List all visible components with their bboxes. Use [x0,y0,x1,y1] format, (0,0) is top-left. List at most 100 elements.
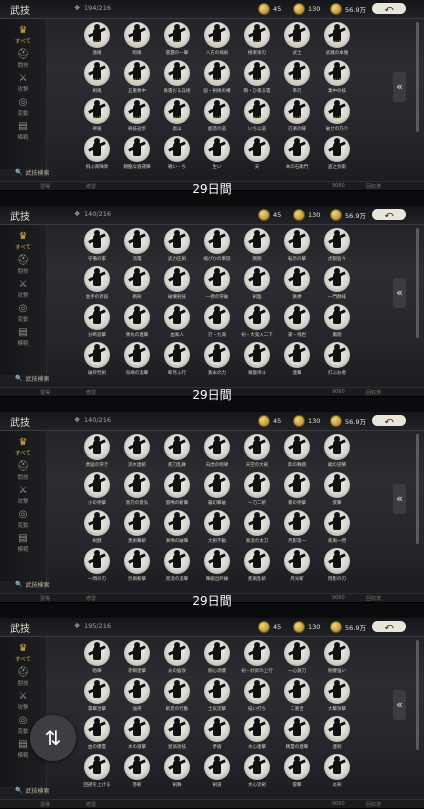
warrior-silhouette-icon [93,62,101,80]
skill-portrait [284,472,310,498]
scroll-toggle-button[interactable]: ⇅ [30,715,76,761]
sidebar-item-label: すべて [15,39,31,45]
sidebar-item-book[interactable]: ▤ 模範 [0,533,46,553]
sidebar-item-sword[interactable]: ⚔ 攻撃 [0,73,46,93]
currency-gold: 56.9万 [330,3,366,15]
skill-search[interactable]: 🔍 武技検索 [15,374,50,383]
warrior-silhouette-icon [333,718,341,736]
sidebar-item-label: 模範 [17,341,29,347]
skill-portrait [324,228,350,254]
currency-coins: 130 [293,209,320,221]
bottom-item[interactable]: 9060 [332,801,345,807]
expand-panel-button[interactable]: « [393,690,406,720]
sidebar-item-swirl[interactable]: ◎ 変動 [0,97,46,117]
sidebar-item-helmet[interactable]: ⛑ 闘技 [0,667,46,687]
warrior-silhouette-icon [173,436,181,454]
skill-card[interactable]: 連剣 [312,716,362,756]
coin-icon [293,621,305,633]
skill-portrait [284,640,310,666]
scrollbar[interactable] [416,22,419,132]
bottom-item[interactable]: 習得 [40,801,50,808]
warrior-silhouette-icon [93,512,101,530]
skill-portrait [284,434,310,460]
skill-card[interactable]: 炎剣 [312,754,362,794]
skill-card[interactable]: 業中の技 [312,60,362,100]
sidebar-item-book[interactable]: ▤ 模範 [0,327,46,347]
skill-portrait [164,434,190,460]
currency-coins: 130 [293,415,320,427]
sidebar-item-sword[interactable]: ⚔ 攻撃 [0,279,46,299]
warrior-silhouette-icon [133,718,141,736]
sidebar-item-helmet[interactable]: ⛑ 闘技 [0,255,46,275]
skill-search[interactable]: 🔍 武技検索 [15,786,50,795]
skill-portrait [84,304,110,330]
scrollbar[interactable] [416,640,419,750]
sidebar-item-sword[interactable]: ⚔ 攻撃 [0,691,46,711]
warrior-silhouette-icon [333,642,341,660]
warrior-silhouette-icon [213,306,221,324]
scrollbar[interactable] [416,228,419,338]
category-sidebar: ♛ すべて ⛑ 闘技 ⚔ 攻撃 ◎ 変動 ▤ 模範 [0,431,47,581]
jade-icon [258,415,270,427]
warrior-silhouette-icon [213,62,221,80]
sidebar-item-label: 変動 [17,523,29,529]
sidebar-item-helmet[interactable]: ⛑ 闘技 [0,461,46,481]
warrior-silhouette-icon [173,268,181,286]
expand-panel-button[interactable]: « [393,72,406,102]
back-button[interactable]: ⤺ [372,3,406,14]
skill-card[interactable]: 疾風一閃 [312,510,362,550]
sidebar-item-crown[interactable]: ♛ すべて [0,231,46,251]
skill-card[interactable]: 疾撃 [312,472,362,512]
currency-jade: 45 [258,209,281,221]
skill-card[interactable]: 虎狼猛々 [312,228,362,268]
sidebar-item-label: 変動 [17,729,29,735]
warrior-silhouette-icon [213,550,221,568]
skill-card[interactable]: 破せの乃り [312,98,362,138]
sidebar-item-helmet[interactable]: ⛑ 闘技 [0,49,46,69]
skill-card[interactable]: 一門群緋 [312,266,362,306]
sidebar-item-crown[interactable]: ♛ すべて [0,643,46,663]
skill-card[interactable]: 閃影の刃 [312,548,362,588]
sidebar-item-label: 模範 [17,547,29,553]
remaining-time: 29日間 [192,388,232,402]
skill-card[interactable]: 龍の逆鱗 [312,434,362,474]
currency-coins-value: 130 [308,417,321,425]
skill-search[interactable]: 🔍 武技検索 [15,168,50,177]
skill-search[interactable]: 🔍 武技検索 [15,580,50,589]
bottom-item[interactable]: 回収済 [366,801,381,808]
skill-portrait [164,640,190,666]
warrior-silhouette-icon [293,306,301,324]
skill-portrait [124,136,150,162]
category-sidebar: ♛ すべて ⛑ 闘技 ⚔ 攻撃 ◎ 変動 ▤ 模範 [0,225,47,375]
warrior-silhouette-icon [133,642,141,660]
sidebar-item-swirl[interactable]: ◎ 変動 [0,303,46,323]
back-button[interactable]: ⤺ [372,209,406,220]
top-bar: 武技 ❖ 195/216 45 130 56.9万 ⤺ [0,618,424,637]
warrior-silhouette-icon [213,100,221,118]
skill-card[interactable]: 大撃攻撃 [312,678,362,718]
expand-panel-button[interactable]: « [393,278,406,308]
skill-card[interactable]: 打ぶお者 [312,342,362,382]
back-button[interactable]: ⤺ [372,621,406,632]
sidebar-item-book[interactable]: ▤ 模範 [0,121,46,141]
expand-panel-button[interactable]: « [393,484,406,514]
currency-gold: 56.9万 [330,621,366,633]
sidebar-item-sword[interactable]: ⚔ 攻撃 [0,485,46,505]
skill-card[interactable]: 武蔵の本懐 [312,22,362,62]
skill-card[interactable]: 鳳翔 [312,304,362,344]
sidebar-item-crown[interactable]: ♛ すべて [0,437,46,457]
warrior-silhouette-icon [293,550,301,568]
bottom-item[interactable]: 修習 [86,801,96,808]
skill-card[interactable]: 剛健強い [312,640,362,680]
warrior-silhouette-icon [213,680,221,698]
warrior-silhouette-icon [133,756,141,774]
skill-portrait [284,60,310,86]
skill-card[interactable]: 盗之弥衛 [312,136,362,176]
sidebar-item-crown[interactable]: ♛ すべて [0,25,46,45]
scrollbar[interactable] [416,434,419,544]
skill-portrait [164,22,190,48]
remaining-time: 29日間 [192,594,232,608]
back-button[interactable]: ⤺ [372,415,406,426]
sidebar-item-label: 闘技 [17,681,29,687]
sidebar-item-swirl[interactable]: ◎ 変動 [0,509,46,529]
